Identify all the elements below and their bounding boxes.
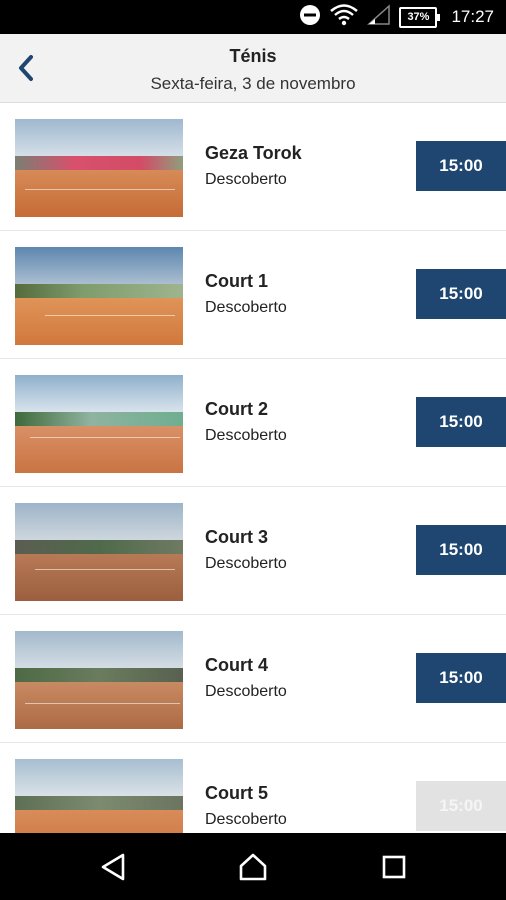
nav-back-button[interactable] — [98, 851, 130, 883]
court-name: Court 2 — [205, 399, 268, 419]
court-row[interactable]: Court 2 Descoberto 15:00 — [0, 359, 506, 487]
app-header: Ténis Sexta-feira, 3 de novembro — [0, 34, 506, 103]
nav-home-button[interactable] — [237, 851, 269, 883]
court-name: Geza Torok — [205, 143, 302, 163]
recents-square-icon — [382, 855, 406, 879]
wifi-icon — [329, 3, 359, 32]
court-list: Geza Torok Descoberto 15:00 Court 1 Desc… — [0, 103, 506, 833]
page-subtitle: Sexta-feira, 3 de novembro — [150, 74, 356, 93]
court-photo — [15, 503, 183, 601]
navigation-bar — [0, 833, 506, 900]
status-bar: 37% 17:27 — [0, 0, 506, 34]
status-icons: 37% 17:27 — [299, 0, 494, 34]
court-photo — [15, 759, 183, 833]
time-slot-button[interactable]: 15:00 — [416, 653, 506, 703]
court-name: Court 1 — [205, 271, 268, 291]
court-row[interactable]: Court 5 Descoberto 15:00 — [0, 743, 506, 833]
court-photo — [15, 631, 183, 729]
court-row[interactable]: Court 4 Descoberto 15:00 — [0, 615, 506, 743]
court-photo — [15, 119, 183, 217]
court-type: Descoberto — [205, 683, 287, 700]
home-icon — [239, 853, 267, 881]
back-triangle-icon — [101, 853, 125, 881]
time-slot-button-disabled: 15:00 — [416, 781, 506, 831]
court-type: Descoberto — [205, 811, 287, 828]
battery-icon: 37% — [399, 6, 441, 28]
court-photo — [15, 247, 183, 345]
time-slot-button[interactable]: 15:00 — [416, 269, 506, 319]
court-type: Descoberto — [205, 427, 287, 444]
time-slot-button[interactable]: 15:00 — [416, 397, 506, 447]
court-photo — [15, 375, 183, 473]
status-time: 17:27 — [451, 7, 494, 26]
time-slot-button[interactable]: 15:00 — [416, 525, 506, 575]
court-name: Court 4 — [205, 655, 268, 675]
court-row[interactable]: Court 3 Descoberto 15:00 — [0, 487, 506, 615]
nav-recents-button[interactable] — [378, 851, 410, 883]
court-name: Court 5 — [205, 783, 268, 803]
do-not-disturb-icon — [299, 4, 321, 31]
court-row[interactable]: Court 1 Descoberto 15:00 — [0, 231, 506, 359]
court-type: Descoberto — [205, 171, 287, 188]
court-row[interactable]: Geza Torok Descoberto 15:00 — [0, 103, 506, 231]
page-title: Ténis — [229, 46, 277, 66]
time-slot-button[interactable]: 15:00 — [416, 141, 506, 191]
court-type: Descoberto — [205, 555, 287, 572]
court-type: Descoberto — [205, 299, 287, 316]
signal-icon — [367, 3, 391, 31]
court-name: Court 3 — [205, 527, 268, 547]
